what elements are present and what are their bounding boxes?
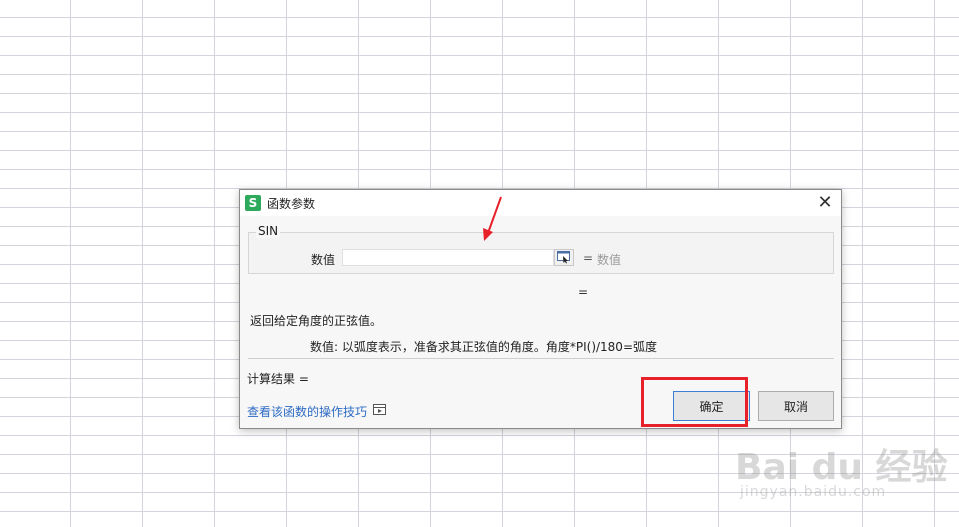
formula-result-equals: = — [578, 285, 589, 299]
argument-hint: 数值 — [597, 253, 622, 267]
video-icon[interactable] — [373, 404, 386, 415]
dialog-titlebar[interactable]: S 函数参数 ✕ — [240, 190, 841, 216]
calculation-result: 计算结果 = — [247, 372, 309, 386]
parameter-description: 数值: 以弧度表示，准备求其正弦值的角度。角度*PI()/180=弧度 — [310, 340, 658, 354]
function-description: 返回给定角度的正弦值。 — [250, 314, 383, 328]
help-link[interactable]: 查看该函数的操作技巧 — [247, 403, 367, 420]
annotation-arrow-icon — [483, 196, 502, 241]
watermark-logo: Bai du 经验 — [735, 447, 948, 488]
argument-equals: = — [583, 251, 594, 265]
range-select-icon[interactable] — [554, 249, 574, 266]
wps-spreadsheet-icon: S — [245, 195, 261, 211]
function-arguments-dialog: S 函数参数 ✕ SIN 数值 = 数值 = 返回给定角度的正弦值。 数值: 以… — [239, 189, 842, 429]
number-input[interactable] — [342, 249, 554, 266]
argument-label: 数值 — [311, 253, 336, 267]
close-icon[interactable]: ✕ — [815, 193, 835, 213]
baidu-watermark: Bai du 经验 jingyan.baidu.com — [730, 428, 950, 508]
function-name: SIN — [256, 224, 281, 238]
watermark-url: jingyan.baidu.com — [740, 484, 887, 500]
divider — [248, 358, 834, 359]
cancel-button[interactable]: 取消 — [758, 391, 834, 421]
dialog-title: 函数参数 — [267, 197, 316, 211]
annotation-highlight-box — [641, 377, 748, 427]
